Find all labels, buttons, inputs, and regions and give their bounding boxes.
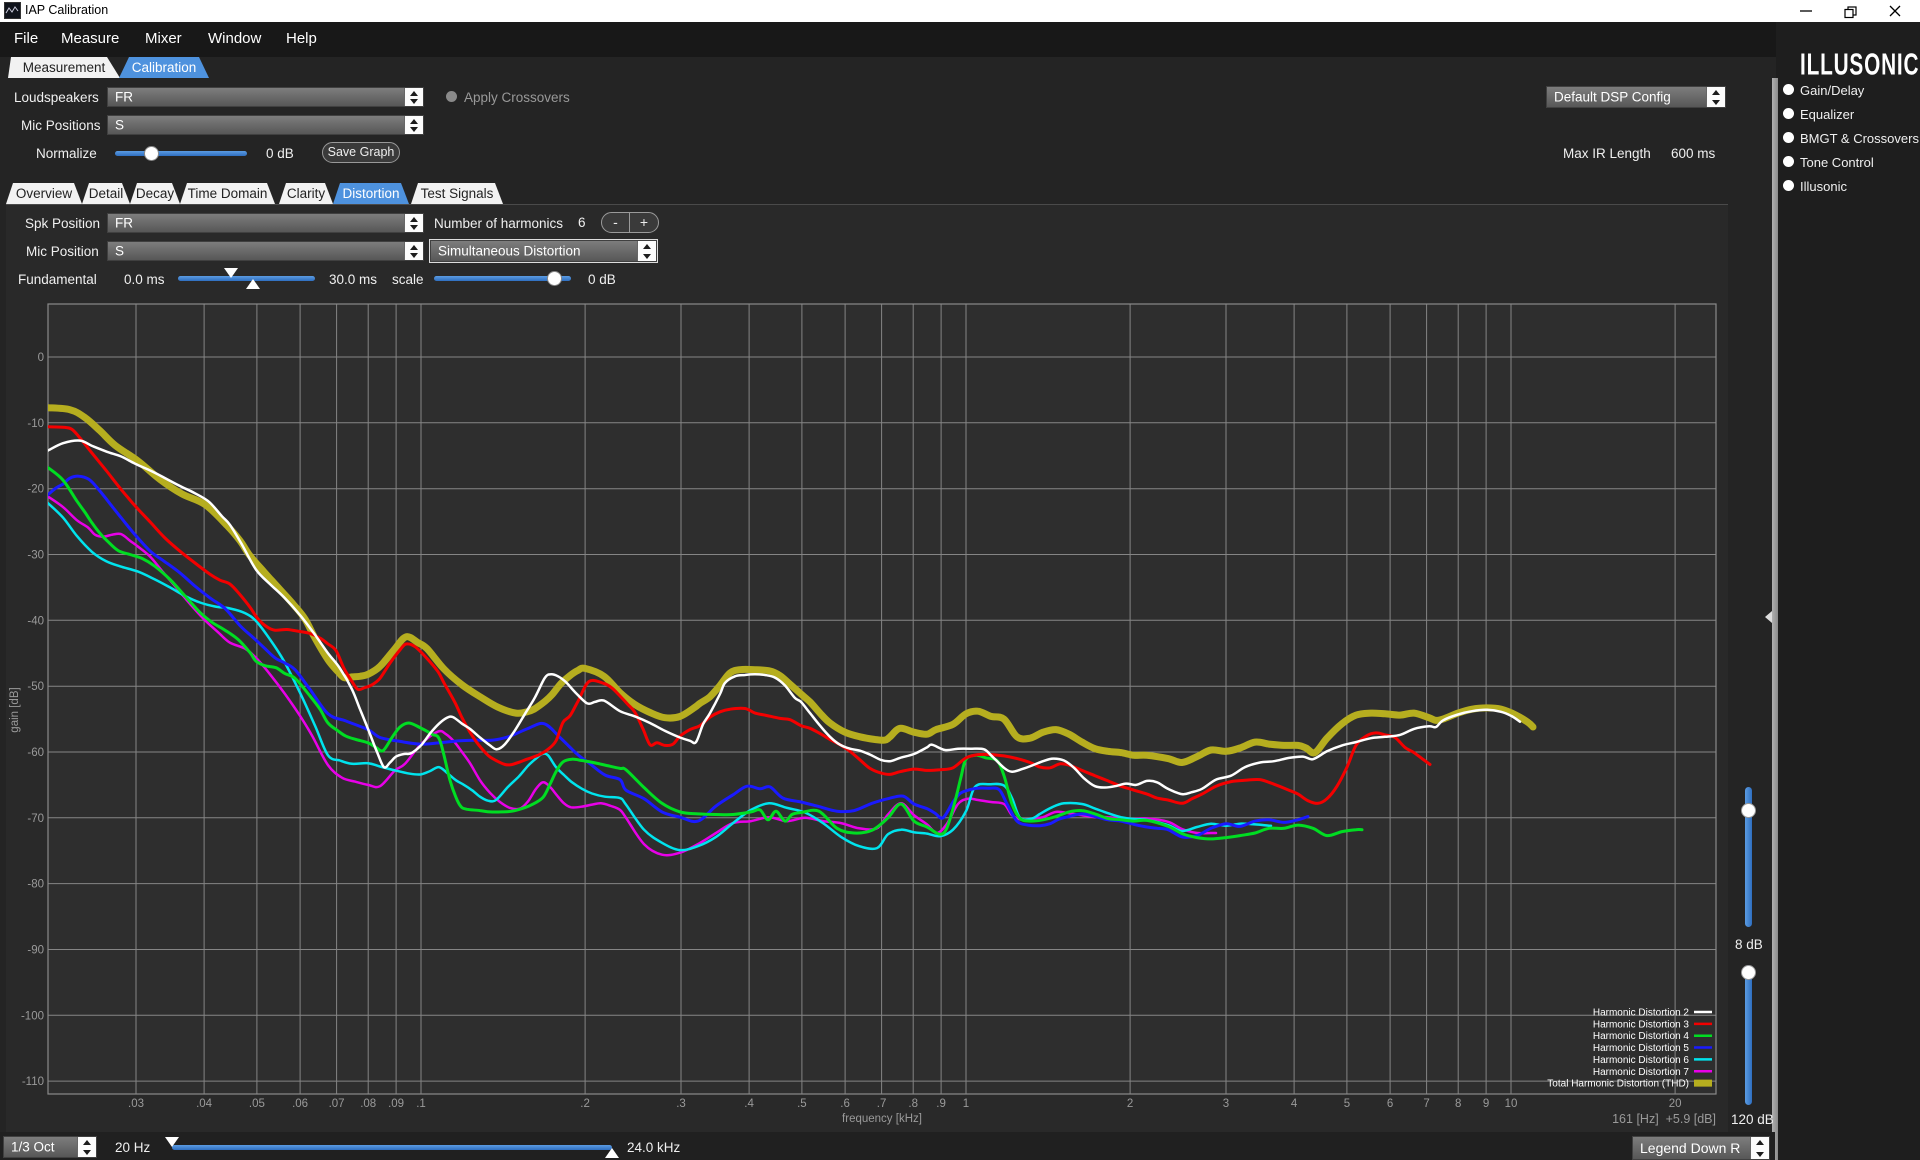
svg-text:-10: -10 [27,418,44,430]
svg-text:7: 7 [1423,1098,1429,1110]
svg-text:.05: .05 [249,1098,265,1110]
svg-text:.09: .09 [388,1098,404,1110]
svg-text:1: 1 [963,1098,969,1110]
svg-text:9: 9 [1483,1098,1489,1110]
svg-text:3: 3 [1223,1098,1229,1110]
svg-text:Harmonic Distortion 6: Harmonic Distortion 6 [1593,1055,1690,1066]
svg-text:0: 0 [38,352,44,364]
svg-text:.5: .5 [797,1098,807,1110]
svg-text:Total Harmonic Distortion (THD: Total Harmonic Distortion (THD) [1547,1079,1689,1090]
svg-text:-20: -20 [27,484,44,496]
svg-text:.8: .8 [908,1098,918,1110]
svg-text:-80: -80 [27,879,44,891]
svg-text:4: 4 [1291,1098,1298,1110]
svg-text:Harmonic Distortion 2: Harmonic Distortion 2 [1593,1008,1690,1019]
svg-text:Harmonic Distortion 7: Harmonic Distortion 7 [1593,1067,1690,1078]
svg-text:-50: -50 [27,681,44,693]
svg-text:8: 8 [1455,1098,1461,1110]
svg-text:5: 5 [1344,1098,1350,1110]
svg-text:-110: -110 [22,1076,44,1088]
svg-text:.7: .7 [877,1098,887,1110]
svg-text:.04: .04 [196,1098,213,1110]
svg-text:.9: .9 [936,1098,946,1110]
svg-text:Harmonic Distortion 3: Harmonic Distortion 3 [1593,1019,1690,1030]
svg-text:.06: .06 [292,1098,308,1110]
svg-text:gain [dB]: gain [dB] [9,687,21,732]
svg-text:-100: -100 [21,1010,44,1022]
svg-text:161 [Hz] +5.9 [dB]: 161 [Hz] +5.9 [dB] [1612,1112,1716,1126]
svg-text:.6: .6 [840,1098,850,1110]
svg-text:20: 20 [1669,1098,1682,1110]
svg-text:-60: -60 [27,747,44,759]
svg-text:-40: -40 [27,615,44,627]
svg-text:Harmonic Distortion 4: Harmonic Distortion 4 [1593,1031,1690,1042]
svg-text:.3: .3 [676,1098,686,1110]
svg-text:10: 10 [1505,1098,1518,1110]
svg-text:.2: .2 [580,1098,590,1110]
svg-text:-30: -30 [27,550,44,562]
svg-text:-90: -90 [27,945,44,957]
svg-text:.4: .4 [744,1098,754,1110]
svg-text:-70: -70 [27,813,44,825]
svg-text:.03: .03 [128,1098,144,1110]
svg-text:.08: .08 [360,1098,376,1110]
svg-text:2: 2 [1127,1098,1133,1110]
svg-text:frequency [kHz]: frequency [kHz] [842,1113,922,1125]
svg-text:.07: .07 [329,1098,345,1110]
svg-text:6: 6 [1387,1098,1393,1110]
svg-text:.1: .1 [416,1098,426,1110]
svg-text:Harmonic Distortion 5: Harmonic Distortion 5 [1593,1043,1690,1054]
